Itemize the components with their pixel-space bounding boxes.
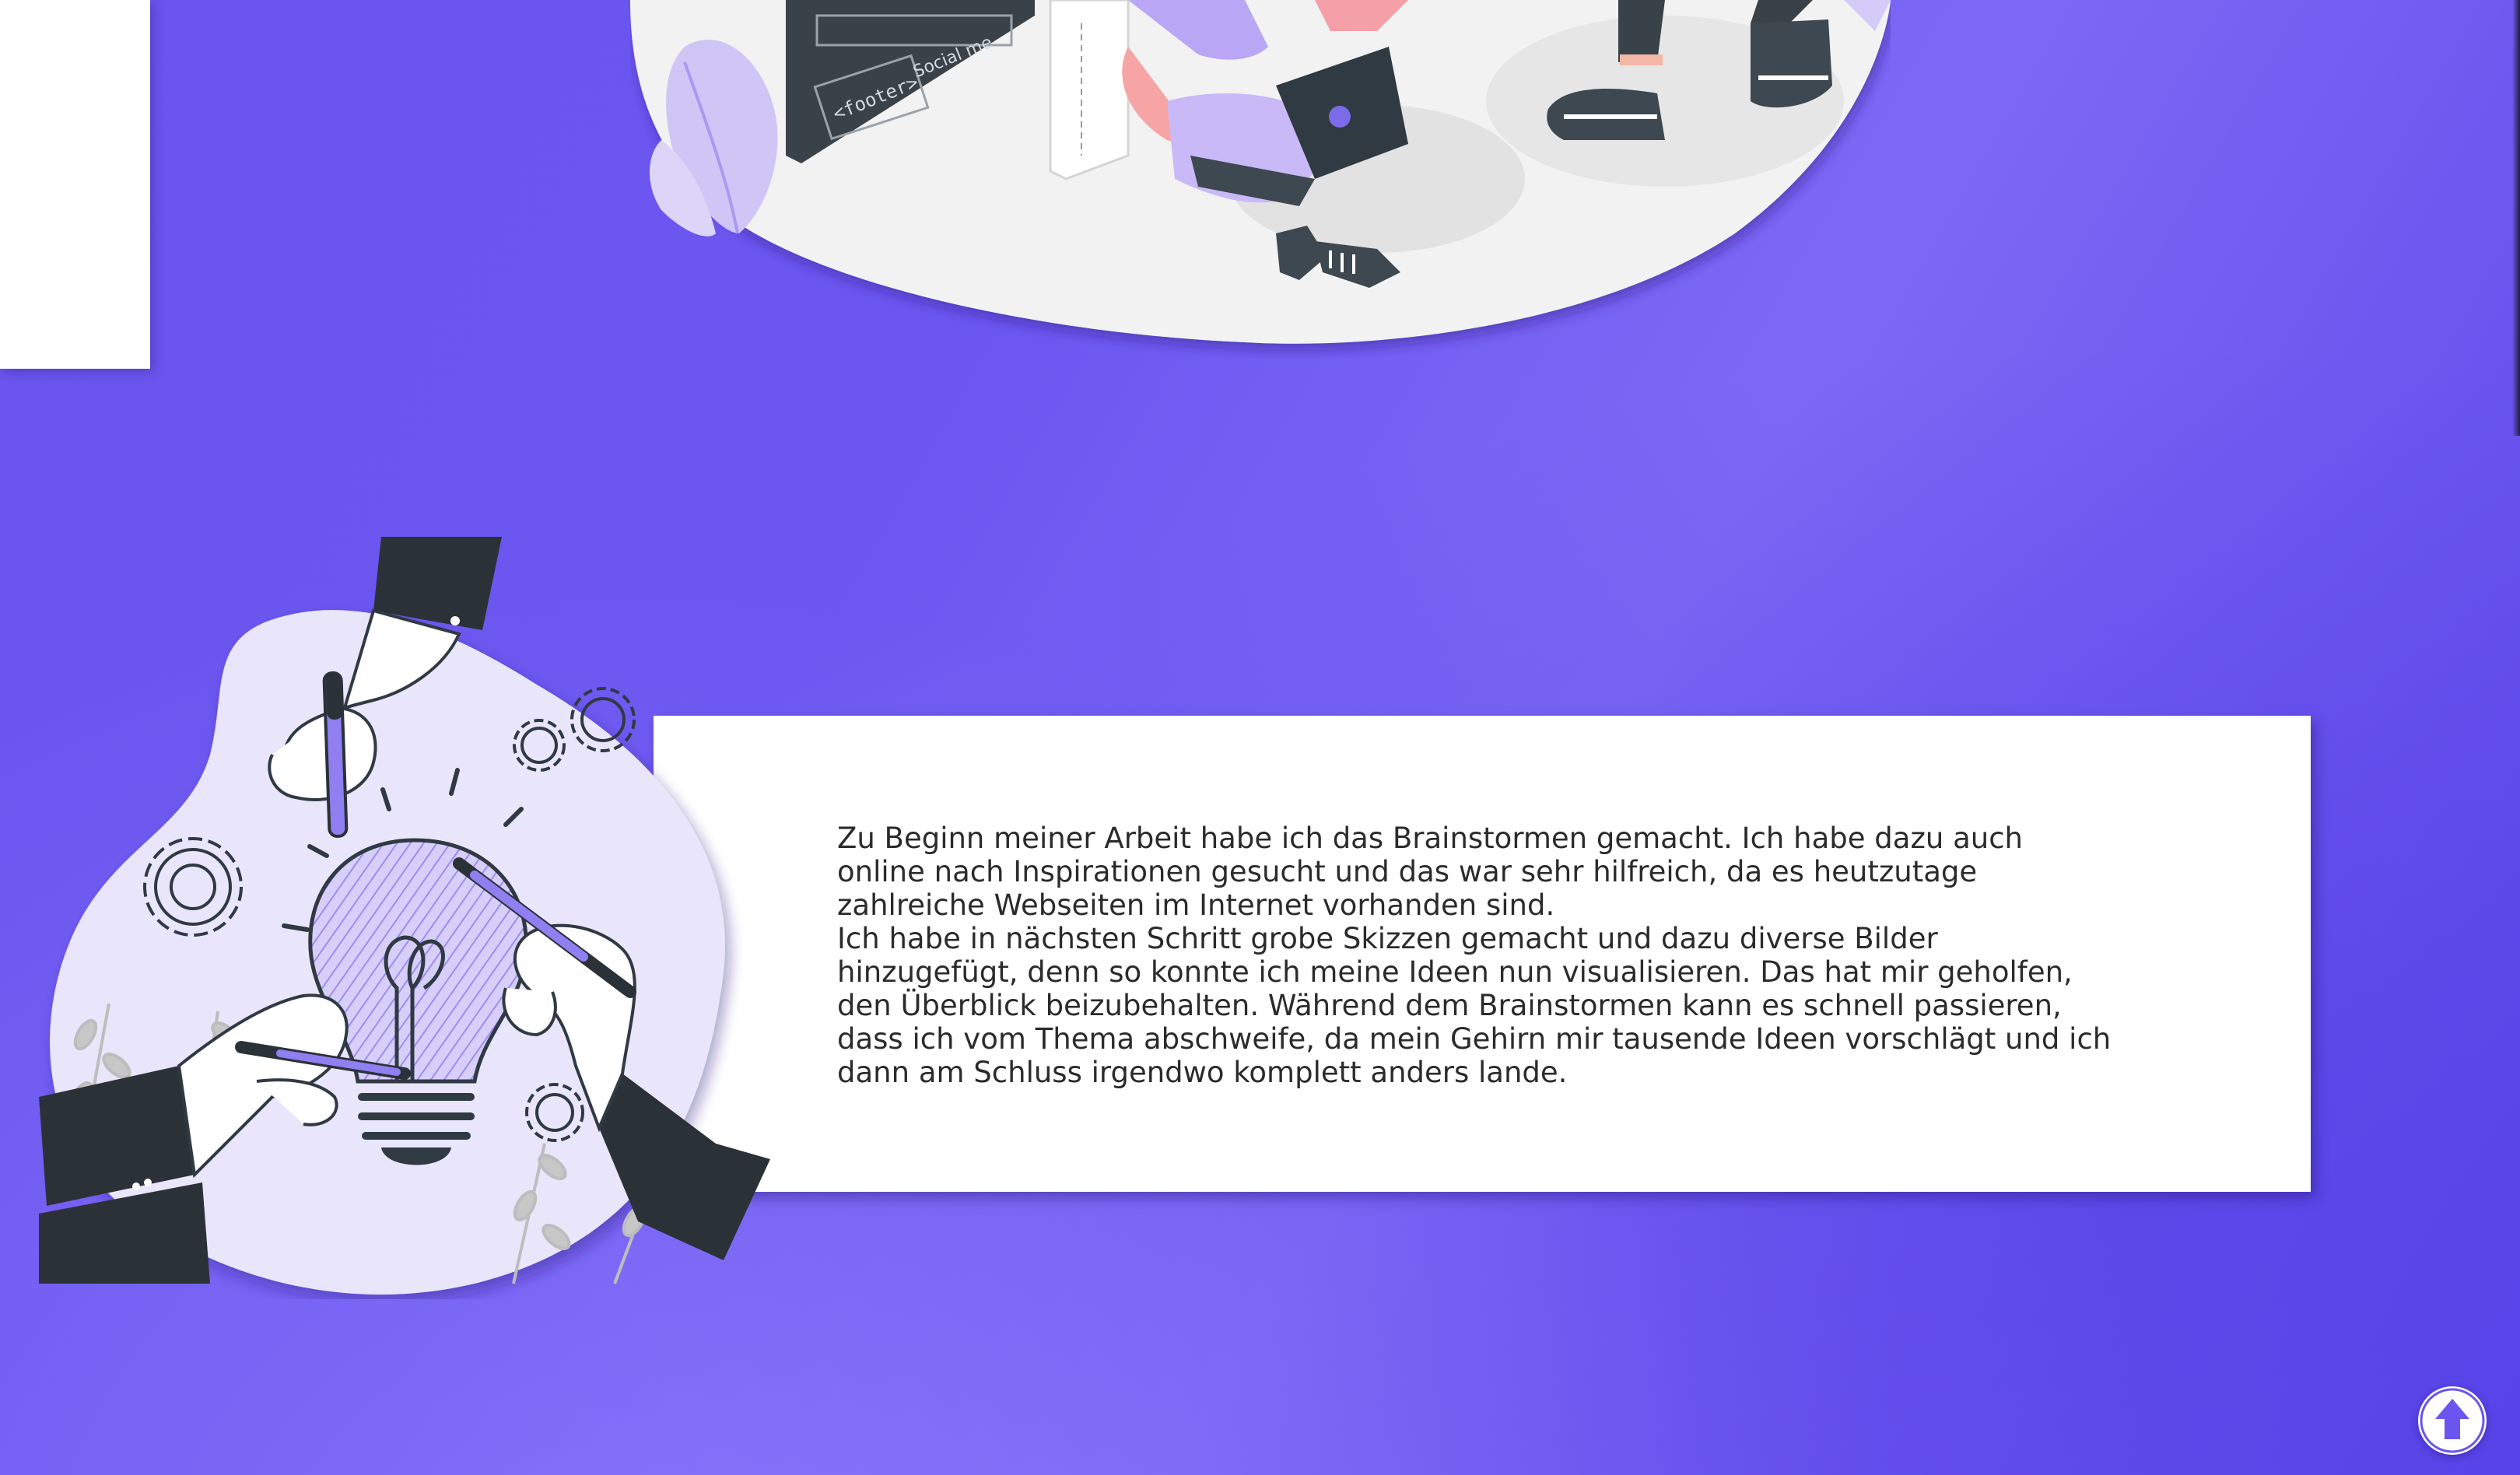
window-edge-shadow (2512, 0, 2520, 436)
brainstorming-paragraph-1: Zu Beginn meiner Arbeit habe ich das Bra… (837, 822, 2023, 922)
lightbulb-brainstorm-illustration (39, 537, 770, 1295)
arrow-up-icon (2420, 1388, 2485, 1453)
web-design-illustration: <footer> Social me (630, 0, 1891, 344)
previous-section-card (0, 0, 150, 369)
scroll-to-top-button[interactable] (2418, 1386, 2487, 1455)
brainstorming-paragraph-2: Ich habe in nächsten Schritt grobe Skizz… (837, 922, 2112, 1089)
brainstorming-text: Zu Beginn meiner Arbeit habe ich das Bra… (837, 822, 2113, 1089)
brainstorming-card: Zu Beginn meiner Arbeit habe ich das Bra… (654, 716, 2311, 1192)
